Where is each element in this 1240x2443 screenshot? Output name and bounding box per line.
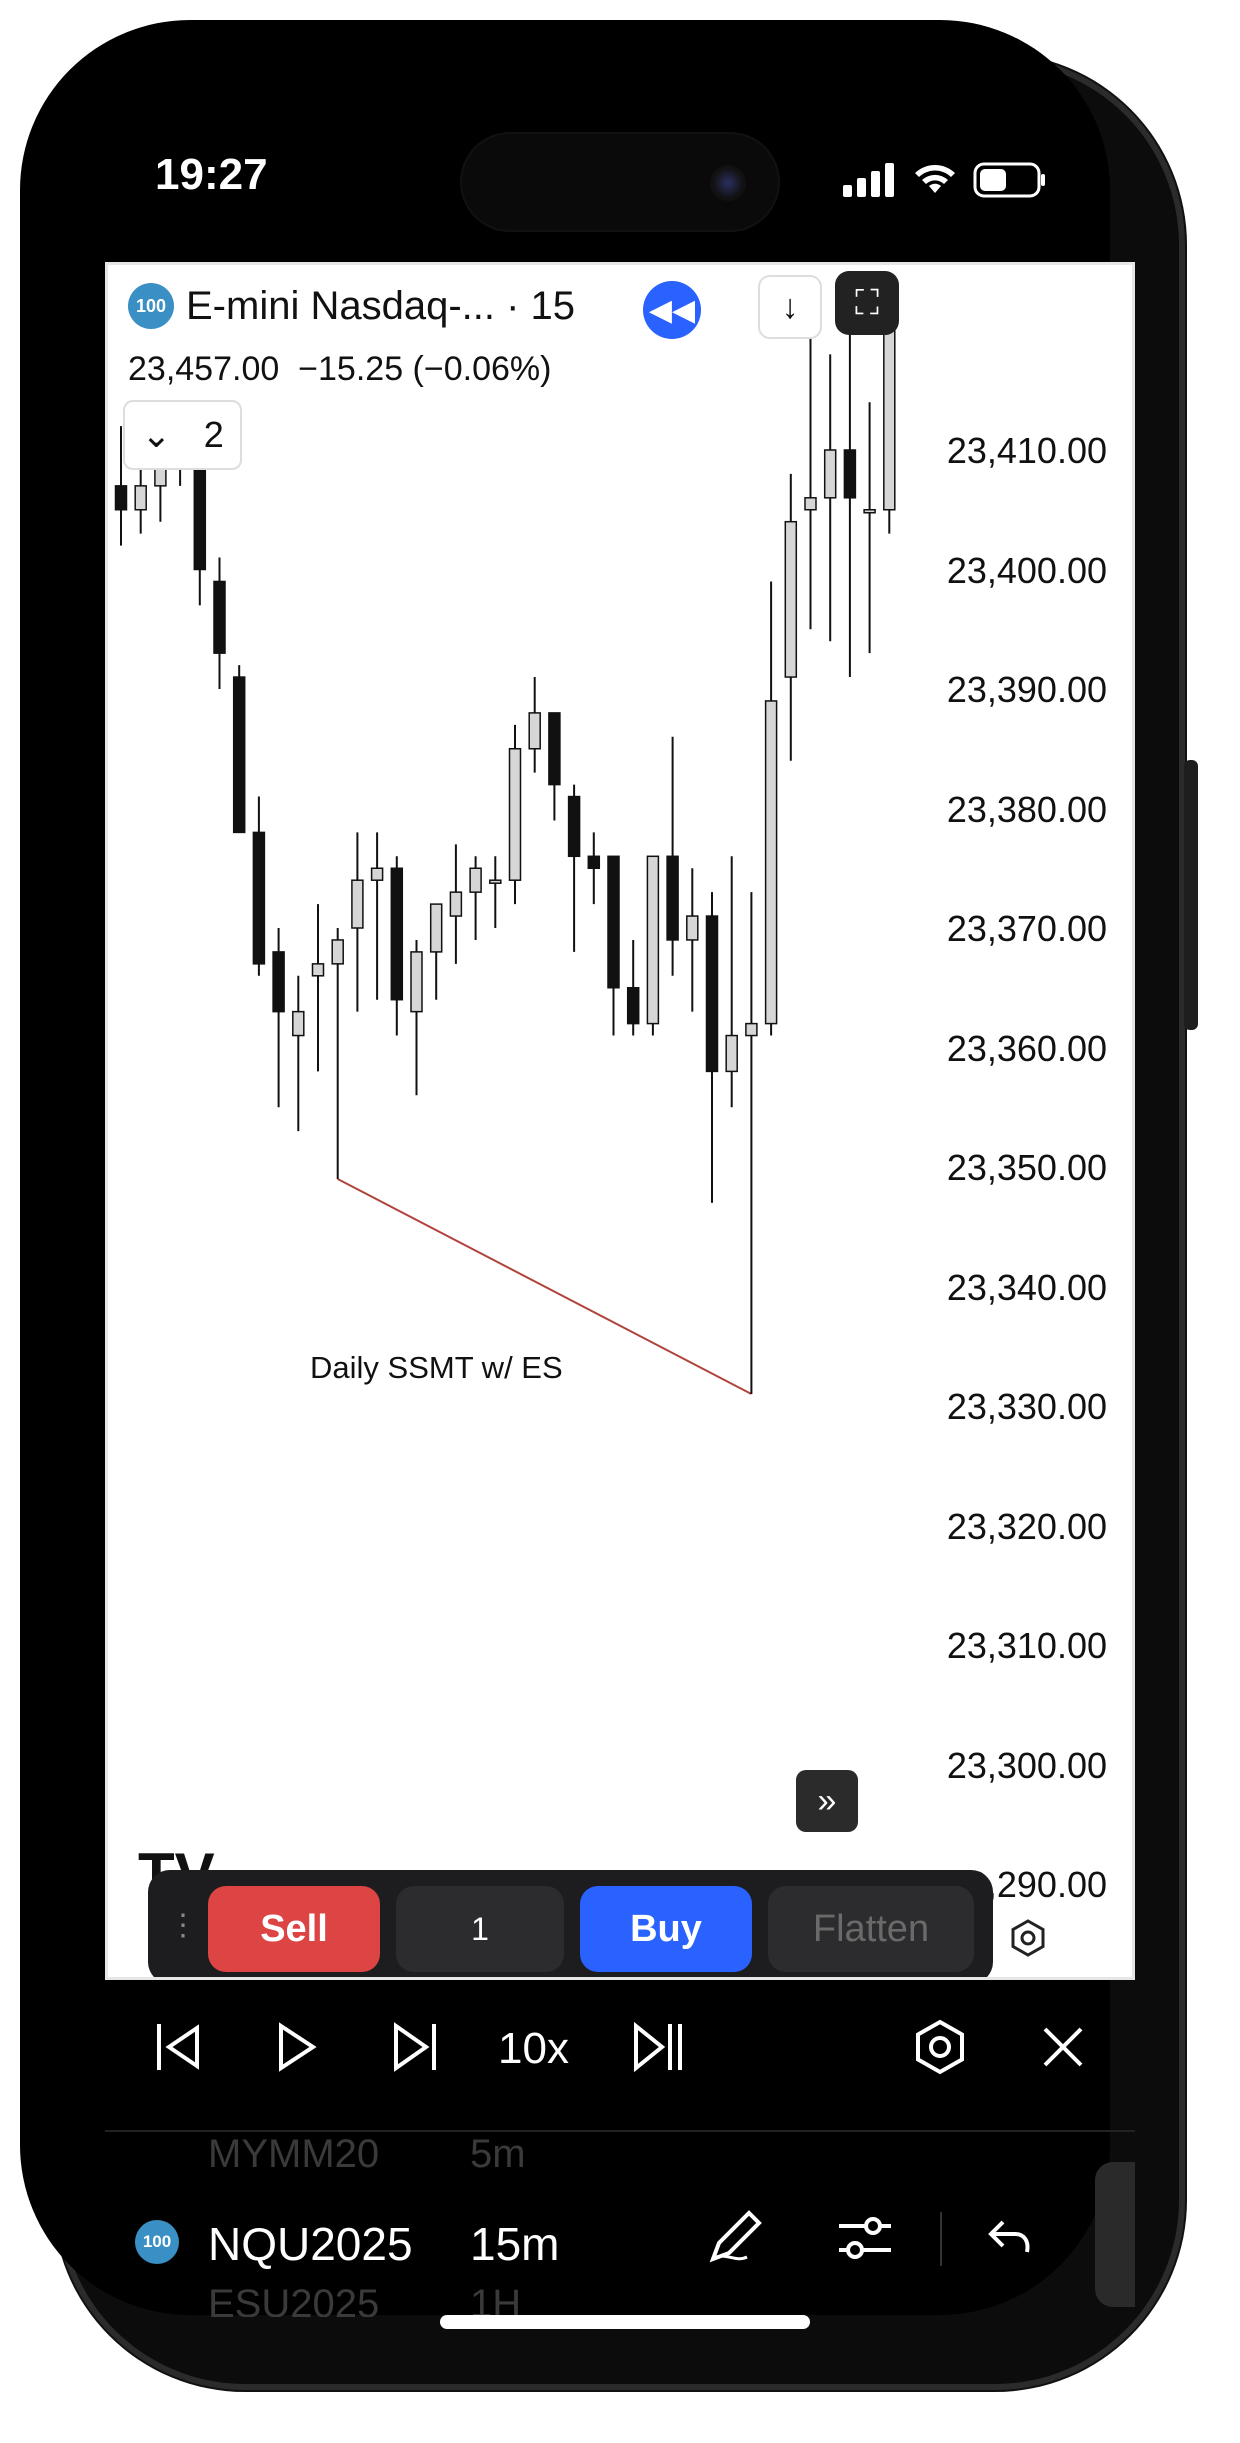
chart-annotation-text[interactable]: Daily SSMT w/ ES	[310, 1350, 563, 1386]
status-time: 19:27	[155, 150, 268, 199]
price-axis-label: 23,410.00	[946, 430, 1107, 471]
status-indicators	[843, 160, 1047, 200]
play-icon[interactable]	[275, 2020, 319, 2085]
interval-list-next[interactable]: 1H	[470, 2282, 521, 2317]
power-button	[1184, 760, 1198, 1030]
price-axis-label: 23,320.00	[946, 1505, 1107, 1547]
quantity-field[interactable]: 1	[396, 1886, 564, 1972]
candle-body[interactable]	[567, 795, 581, 858]
candle-body[interactable]	[607, 855, 620, 989]
arrow-down-icon[interactable]: ↓	[758, 275, 822, 339]
replay-rewind-icon[interactable]: ◀◀	[643, 281, 701, 339]
pen-icon[interactable]	[705, 2207, 765, 2279]
symbol-title[interactable]: E-mini Nasdaq-... · 15	[186, 284, 575, 329]
indicators-toggle[interactable]: ⌄ 2	[123, 400, 242, 470]
toolbar-divider	[940, 2212, 942, 2266]
price-axis-label: 23,380.00	[946, 788, 1107, 830]
candle-body[interactable]	[311, 963, 325, 977]
symbol-header[interactable]: 100 E-mini Nasdaq-... · 15	[128, 283, 575, 329]
candle-body[interactable]	[331, 939, 344, 965]
candle-body[interactable]	[292, 1010, 305, 1037]
chevron-down-icon: ⌄	[141, 414, 172, 455]
candle-body[interactable]	[626, 987, 640, 1025]
camera-icon	[710, 165, 746, 201]
price-axis-label: 23,330.00	[946, 1386, 1107, 1427]
undo-icon[interactable]	[985, 2212, 1035, 2274]
candle-body[interactable]	[272, 951, 285, 1013]
price-axis-label: 23,360.00	[946, 1027, 1107, 1069]
price-chart[interactable]	[108, 265, 1132, 1977]
candle-body[interactable]	[410, 951, 423, 1013]
candle-body[interactable]	[429, 903, 443, 953]
symbol-list-next[interactable]: ESU2025	[208, 2282, 379, 2317]
close-icon[interactable]	[1040, 2024, 1086, 2081]
candle-body[interactable]	[587, 855, 601, 869]
step-forward-icon[interactable]	[390, 2020, 440, 2085]
jump-to-start-icon[interactable]	[153, 2020, 203, 2085]
wifi-icon	[915, 165, 955, 193]
candle-body[interactable]	[548, 712, 561, 786]
candle-body[interactable]	[114, 485, 128, 511]
candle-body[interactable]	[705, 915, 719, 1073]
symbol-badge: 100	[128, 283, 174, 329]
candle-body[interactable]	[863, 509, 876, 514]
symbol-list-prev[interactable]: MYMM20	[208, 2132, 379, 2177]
candle-body[interactable]	[213, 580, 226, 654]
order-panel: ⋮⋮ Sell 1 Buy Flatten	[148, 1870, 993, 1977]
scroll-to-realtime-icon[interactable]: »	[796, 1770, 858, 1832]
indicator-count: 2	[203, 414, 224, 455]
price-axis-label: 23,340.00	[946, 1266, 1107, 1308]
jump-to-realtime-icon[interactable]	[632, 2020, 686, 2085]
candle-body[interactable]	[528, 712, 541, 750]
candle-body[interactable]	[134, 485, 147, 511]
replay-settings-icon[interactable]	[911, 2018, 969, 2087]
candle-body[interactable]	[351, 879, 364, 929]
candle-body[interactable]	[686, 915, 699, 941]
candle-body[interactable]	[764, 700, 778, 1025]
symbol-selector[interactable]: NQU2025	[208, 2217, 413, 2271]
last-price: 23,457.00	[128, 350, 280, 388]
sell-button[interactable]: Sell	[208, 1886, 380, 1972]
candle-body[interactable]	[370, 867, 384, 881]
bottom-toolbar: MYMM20 5m 100 NQU2025 15m ESU2025 1H	[105, 2130, 1135, 2317]
candle-body[interactable]	[232, 676, 246, 834]
symbol-badge-bottom: 100	[135, 2220, 179, 2264]
price-change: −15.25 (−0.06%)	[298, 350, 552, 388]
price-change-line: 23,457.00 −15.25 (−0.06%)	[128, 350, 551, 389]
sliders-icon[interactable]	[835, 2210, 895, 2278]
candle-body[interactable]	[666, 855, 679, 941]
price-axis-label: 23,390.00	[946, 669, 1107, 710]
price-axis-label: 23,370.00	[946, 908, 1107, 949]
price-axis-label: 23,310.00	[946, 1625, 1107, 1666]
candle-body[interactable]	[252, 831, 266, 965]
cellular-signal-icon	[843, 163, 894, 197]
candle-body[interactable]	[489, 879, 502, 884]
replay-controls: 10x	[105, 1980, 1135, 2125]
buy-button[interactable]: Buy	[580, 1886, 752, 1972]
candle-body[interactable]	[449, 891, 463, 917]
interval-list-prev[interactable]: 5m	[470, 2132, 526, 2177]
layout-panel-toggle[interactable]	[1095, 2162, 1135, 2307]
candle-body[interactable]	[784, 520, 798, 678]
fullscreen-icon[interactable]: ⛶	[835, 271, 899, 335]
chart-screen[interactable]: 100 E-mini Nasdaq-... · 15 ◀◀ ↓ ⛶ 23,457…	[105, 262, 1135, 1980]
price-axis-label: 23,300.00	[946, 1744, 1107, 1786]
interval-selector[interactable]: 15m	[470, 2217, 559, 2271]
home-indicator[interactable]	[440, 2315, 810, 2329]
candle-body[interactable]	[725, 1034, 738, 1073]
candle-body[interactable]	[646, 855, 660, 1025]
price-axis-label: 23,400.00	[946, 549, 1107, 591]
candle-body[interactable]	[745, 1022, 758, 1037]
candle-body[interactable]	[390, 867, 404, 1001]
candle-body[interactable]	[823, 449, 837, 499]
chart-settings-icon[interactable]	[1008, 1918, 1048, 1967]
candle-body[interactable]	[843, 449, 857, 499]
price-axis-label: 23,350.00	[946, 1147, 1107, 1188]
flatten-button[interactable]: Flatten	[768, 1886, 974, 1972]
replay-speed[interactable]: 10x	[498, 2024, 569, 2074]
battery-icon	[973, 162, 1045, 198]
candle-body[interactable]	[804, 497, 817, 511]
candle-body[interactable]	[508, 748, 522, 881]
candle-body[interactable]	[469, 867, 482, 893]
